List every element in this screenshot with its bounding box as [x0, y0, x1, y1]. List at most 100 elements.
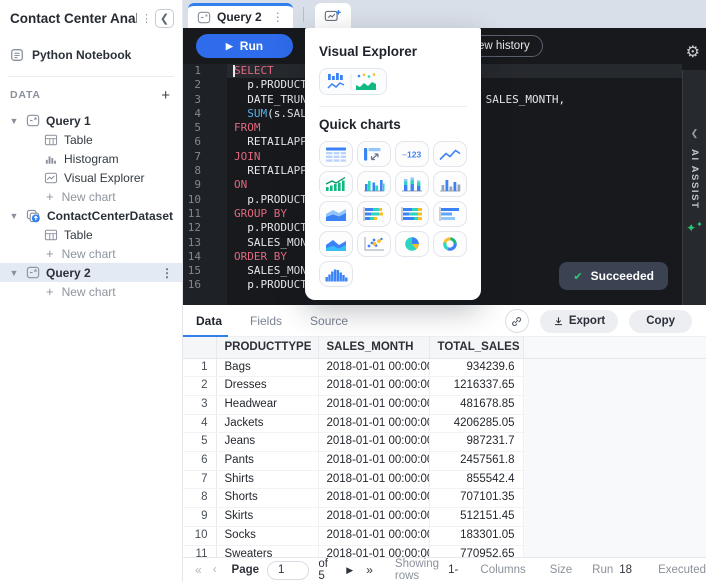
- quick-chart-single-value-button[interactable]: ~123: [395, 141, 429, 167]
- quick-chart-donut-chart-button[interactable]: [433, 231, 467, 257]
- data-tree: ▼ * Query 1 Table Histogram: [0, 111, 182, 301]
- table-row[interactable]: 11Sweaters2018-01-01 00:00:00770952.65: [183, 545, 706, 557]
- quick-chart-stacked-area-button[interactable]: [319, 201, 353, 227]
- page-input[interactable]: 1: [267, 561, 309, 580]
- dataset-icon: [26, 209, 41, 223]
- page-value: 1: [278, 564, 284, 576]
- col-producttype[interactable]: PRODUCTTYPE: [216, 337, 318, 358]
- run-label: Run: [240, 39, 263, 53]
- outline-dots-icon[interactable]: ⋮: [141, 12, 151, 25]
- sidebar-item-query2[interactable]: ▼ * Query 2 ⋮: [0, 263, 182, 282]
- gear-icon[interactable]: ⚙: [686, 45, 700, 61]
- tree-label: New chart: [62, 285, 116, 299]
- chevron-down-icon[interactable]: ▼: [8, 268, 20, 278]
- ai-assist-sidebar[interactable]: ❮ AI ASSIST ✦✦: [682, 70, 706, 305]
- table-row[interactable]: 9Skirts2018-01-01 00:00:00512151.45: [183, 508, 706, 527]
- app-window: Contact Center Analy… ⋮ ❮ Python Noteboo…: [0, 0, 706, 582]
- tab-fields[interactable]: Fields: [250, 314, 282, 328]
- status-text: Succeeded: [591, 269, 654, 283]
- notebook-label: Python Notebook: [32, 48, 131, 62]
- col-total-sales[interactable]: TOTAL_SALES: [429, 337, 523, 358]
- first-page-button[interactable]: «: [195, 563, 202, 577]
- table-row[interactable]: 5Jeans2018-01-01 00:00:00987231.7: [183, 433, 706, 452]
- run-stat-value: 18: [619, 564, 632, 576]
- quick-chart-bar-horizontal-button[interactable]: [433, 201, 467, 227]
- tree-label: Histogram: [64, 152, 119, 166]
- row-menu-icon[interactable]: ⋮: [161, 266, 173, 280]
- col-sales-month[interactable]: SALES_MONTH: [318, 337, 429, 358]
- table-row[interactable]: 8Shorts2018-01-01 00:00:00707101.35: [183, 489, 706, 508]
- quick-chart-area-chart-button[interactable]: [319, 231, 353, 257]
- copy-button[interactable]: Copy: [629, 310, 692, 333]
- sidebar-item-query1-visual-explorer[interactable]: Visual Explorer: [0, 168, 182, 187]
- tree-label: ContactCenterDataset: [47, 209, 173, 223]
- plus-icon: +: [46, 284, 54, 299]
- table-row[interactable]: 4Jackets2018-01-01 00:00:004206285.05: [183, 414, 706, 433]
- last-page-button[interactable]: »: [366, 563, 373, 577]
- next-page-button[interactable]: ▶: [346, 565, 353, 576]
- quick-chart-stacked-bar-100-button[interactable]: [395, 201, 429, 227]
- sidebar-item-dataset-table[interactable]: Table: [0, 225, 182, 244]
- prev-page-button[interactable]: ‹: [213, 564, 217, 576]
- quick-chart-line-chart-button[interactable]: [433, 141, 467, 167]
- sidebar-item-query1-new-chart[interactable]: + New chart: [0, 187, 182, 206]
- run-button[interactable]: ▶ Run: [196, 34, 293, 58]
- table-row[interactable]: 1Bags2018-01-01 00:00:00934239.6: [183, 358, 706, 377]
- new-chart-tab-button[interactable]: [315, 3, 351, 28]
- quick-chart-combo-chart-button[interactable]: [319, 171, 353, 197]
- table-row[interactable]: 6Pants2018-01-01 00:00:002457561.8: [183, 452, 706, 471]
- export-button[interactable]: Export: [540, 310, 618, 333]
- left-sidebar: Contact Center Analy… ⋮ ❮ Python Noteboo…: [0, 0, 183, 582]
- sidebar-item-query1-table[interactable]: Table: [0, 130, 182, 149]
- quick-chart-histogram-button[interactable]: [319, 261, 353, 287]
- columns-stat-label[interactable]: Columns: [480, 564, 525, 576]
- quick-chart-table-button[interactable]: [319, 141, 353, 167]
- visual-explorer-button[interactable]: [319, 68, 387, 95]
- sparkles-icon[interactable]: ✦✦: [686, 220, 703, 235]
- sidebar-item-python-notebook[interactable]: Python Notebook: [0, 44, 182, 66]
- sidebar-item-dataset[interactable]: ▼ ContactCenterDataset: [0, 206, 182, 225]
- quick-chart-stacked-column-button[interactable]: [395, 171, 429, 197]
- copy-label: Copy: [646, 315, 675, 327]
- tab-source[interactable]: Source: [310, 314, 348, 328]
- download-icon: [553, 316, 564, 327]
- chevron-down-icon[interactable]: ▼: [8, 116, 20, 126]
- add-data-button[interactable]: +: [161, 88, 170, 103]
- chevron-left-icon[interactable]: ❮: [691, 128, 699, 139]
- tab-divider: [303, 7, 304, 22]
- table-row[interactable]: 7Shirts2018-01-01 00:00:00855542.4: [183, 470, 706, 489]
- size-stat-label[interactable]: Size: [550, 564, 572, 576]
- sidebar-item-dataset-new-chart[interactable]: + New chart: [0, 244, 182, 263]
- quick-chart-scatter-plot-button[interactable]: [357, 231, 391, 257]
- data-section-header: DATA: [10, 89, 161, 101]
- table-row[interactable]: 10Socks2018-01-01 00:00:00183301.05: [183, 526, 706, 545]
- tab-menu-icon[interactable]: ⋮: [272, 10, 284, 24]
- collapse-sidebar-icon[interactable]: ❮: [155, 9, 174, 28]
- visual-explorer-title: Visual Explorer: [319, 44, 467, 59]
- sidebar-item-query2-new-chart[interactable]: + New chart: [0, 282, 182, 301]
- line-number: 9: [183, 178, 227, 192]
- svg-text:*: *: [205, 13, 208, 22]
- line-number: 5: [183, 121, 227, 135]
- visual-explorer-popup: Visual Explorer Quick charts ~123: [305, 28, 481, 300]
- sql-cell-icon: *: [26, 266, 40, 279]
- tab-data[interactable]: Data: [196, 314, 222, 328]
- tree-label: Visual Explorer: [64, 171, 144, 185]
- sidebar-item-query1[interactable]: ▼ * Query 1: [0, 111, 182, 130]
- quick-chart-grouped-bar-button[interactable]: [357, 171, 391, 197]
- line-number: 7: [183, 150, 227, 164]
- chevron-down-icon[interactable]: ▼: [8, 211, 20, 221]
- table-body: 1Bags2018-01-01 00:00:00934239.62Dresses…: [183, 358, 706, 557]
- table-row[interactable]: 2Dresses2018-01-01 00:00:001216337.65: [183, 377, 706, 396]
- tab-query2[interactable]: * Query 2 ⋮: [188, 3, 293, 28]
- quick-chart-stacked-bar-horizontal-button[interactable]: [357, 201, 391, 227]
- sidebar-item-query1-histogram[interactable]: Histogram: [0, 149, 182, 168]
- quick-chart-pie-chart-button[interactable]: [395, 231, 429, 257]
- results-table: PRODUCTTYPE SALES_MONTH TOTAL_SALES 1Bag…: [183, 337, 706, 557]
- visual-explorer-icon: [44, 172, 58, 184]
- quick-chart-bar-chart-button[interactable]: [433, 171, 467, 197]
- link-button[interactable]: [505, 309, 529, 333]
- table-row[interactable]: 3Headwear2018-01-01 00:00:00481678.85: [183, 395, 706, 414]
- quick-chart-pivot-button[interactable]: [357, 141, 391, 167]
- tab-strip: * Query 2 ⋮: [183, 0, 706, 28]
